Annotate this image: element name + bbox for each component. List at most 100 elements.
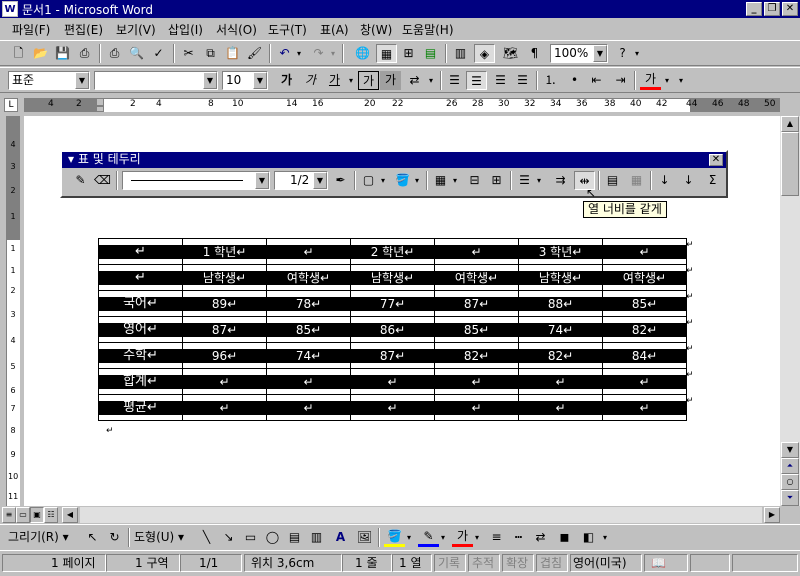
line-icon[interactable]: ╲ [196,528,217,547]
chevron-down-icon[interactable]: ▼ [255,172,269,189]
table-cell[interactable]: 89↵ [182,290,267,317]
ext-indicator[interactable]: 확장 [502,554,534,572]
tables-borders-icon[interactable]: ▦ [376,44,397,63]
menu-help[interactable]: 도움말(H) [402,21,454,38]
language-indicator[interactable]: 영어(미국) [570,554,642,572]
table-cell[interactable]: ↵ [434,368,519,395]
shading-color-icon[interactable]: 🪣 [392,171,413,190]
rec-indicator[interactable]: 기록 [434,554,466,572]
border-dropdown-icon[interactable]: ▾ [378,171,388,190]
paste-icon[interactable]: 📋 [222,44,243,63]
shadow-icon[interactable]: ◼ [554,528,575,547]
sort-descending-icon[interactable]: ↓ [678,171,699,190]
format-painter-icon[interactable]: 🖌 [244,44,265,63]
tables-borders-toolbar[interactable]: ▾ 표 및 테두리 ✕ ✎ ⌫ ▼ 1/2 ▼ ✒ ▢ ▾ 🪣 ▾ ▦ ▾ ⊟ ⊞… [60,150,728,198]
minimize-button[interactable]: _ [746,2,762,16]
table-cell[interactable]: 88↵ [518,290,603,317]
cut-icon[interactable]: ✂ [178,44,199,63]
table-cell[interactable]: 74↵ [518,316,603,343]
table-cell[interactable]: 3 학년↵ [518,238,603,265]
toolbar-title-bar[interactable]: ▾ 표 및 테두리 [62,152,726,168]
table-cell[interactable]: 2 학년↵ [350,238,435,265]
fill-color-icon[interactable]: 🪣 [384,528,405,547]
table-cell[interactable]: 수학↵ [98,342,183,369]
table-cell[interactable]: 82↵ [602,316,687,343]
border-color-icon[interactable]: ✒ [330,171,351,190]
char-scale-icon[interactable]: ⇄ [404,71,425,90]
table-cell[interactable]: 남학생↵ [518,264,603,291]
redo-icon[interactable]: ↷ [308,44,329,63]
draw-table-pencil-icon[interactable]: ✎ [70,171,91,190]
close-icon[interactable]: ✕ [709,154,723,166]
clipart-icon[interactable]: 🖼 [354,528,375,547]
line-style-select[interactable]: ▼ [122,171,270,190]
wordart-icon[interactable]: A [330,528,351,547]
table-autoformat-icon[interactable]: ▤ [602,171,623,190]
drawing-icon[interactable]: ◈ [474,44,495,63]
word-doc-icon[interactable]: W [2,1,18,17]
table-cell[interactable]: ↵ [98,264,183,291]
toolbar-options-icon[interactable]: ▾ [676,71,686,90]
decrease-indent-icon[interactable]: ⇤ [586,71,607,90]
table-cell[interactable]: ↵ [182,368,267,395]
table-cell[interactable]: 여학생↵ [266,264,351,291]
bullets-icon[interactable]: • [564,71,585,90]
table-cell[interactable]: 합계↵ [98,368,183,395]
shading-dropdown-icon[interactable]: ▾ [412,171,422,190]
table-cell[interactable]: 78↵ [266,290,351,317]
table-cell[interactable]: 82↵ [518,342,603,369]
restore-button[interactable]: ❐ [764,2,780,16]
table-cell[interactable]: 74↵ [266,342,351,369]
rectangle-icon[interactable]: ▭ [240,528,261,547]
table-cell[interactable]: ↵ [350,394,435,421]
permission-icon[interactable]: ⎙ [74,44,95,63]
autosum-icon[interactable]: Σ [702,171,723,190]
table-cell[interactable]: ↵ [266,394,351,421]
table-cell[interactable]: 82↵ [434,342,519,369]
table-cell[interactable]: ↵ [518,394,603,421]
insert-table-icon[interactable]: ⊞ [398,44,419,63]
char-scale-dropdown-icon[interactable]: ▾ [426,71,436,90]
oval-icon[interactable]: ◯ [262,528,283,547]
tab-selector-icon[interactable]: L [4,98,18,112]
table-cell[interactable]: ↵ [602,368,687,395]
arrow-style-icon[interactable]: ⇄ [530,528,551,547]
menu-tools[interactable]: 도구(T) [268,21,307,38]
chevron-down-icon[interactable]: ▼ [203,72,217,89]
hyperlink-icon[interactable]: 🌐 [352,44,373,63]
table-cell[interactable]: 87↵ [182,316,267,343]
align-left-icon[interactable]: ☰ [444,71,465,90]
font-select[interactable]: ▼ [94,71,218,90]
style-select[interactable]: 표준 ▼ [8,71,90,90]
insert-table-icon[interactable]: ▦ [430,171,451,190]
3d-icon[interactable]: ◧ [578,528,599,547]
table-cell[interactable]: 남학생↵ [350,264,435,291]
new-document-icon[interactable]: 🗋 [8,44,29,63]
merge-cells-icon[interactable]: ⊟ [464,171,485,190]
undo-icon[interactable]: ↶ [274,44,295,63]
next-page-icon[interactable]: ⏷ [781,490,799,506]
close-button[interactable]: ✕ [782,2,798,16]
font-color-dropdown-icon[interactable]: ▾ [662,71,672,90]
font-size-select[interactable]: 10 ▼ [222,71,268,90]
table-cell[interactable]: 1 학년↵ [182,238,267,265]
table-cell[interactable]: ↵ [518,368,603,395]
table-cell[interactable]: 85↵ [266,316,351,343]
eraser-icon[interactable]: ⌫ [92,171,113,190]
table-cell[interactable]: 평균↵ [98,394,183,421]
table-cell[interactable]: 85↵ [434,316,519,343]
menu-insert[interactable]: 삽입(I) [168,21,203,38]
scroll-up-icon[interactable]: ▲ [781,116,799,132]
select-browse-object-icon[interactable]: ○ [781,474,799,490]
table-cell[interactable]: ↵ [434,394,519,421]
align-top-icon[interactable]: ☰ [514,171,535,190]
autoshapes-button[interactable]: 도형(U) ▾ [134,528,192,547]
web-layout-view-icon[interactable]: ▭ [16,507,30,523]
menu-file[interactable]: 파일(F) [12,21,50,38]
ovr-indicator[interactable]: 겹침 [536,554,568,572]
outline-view-icon[interactable]: ☷ [44,507,58,523]
table-cell[interactable]: 영어↵ [98,316,183,343]
text-box-icon[interactable]: ▤ [284,528,305,547]
toolbar-menu-icon[interactable]: ▾ [68,152,74,166]
select-objects-icon[interactable]: ↖ [82,528,103,547]
